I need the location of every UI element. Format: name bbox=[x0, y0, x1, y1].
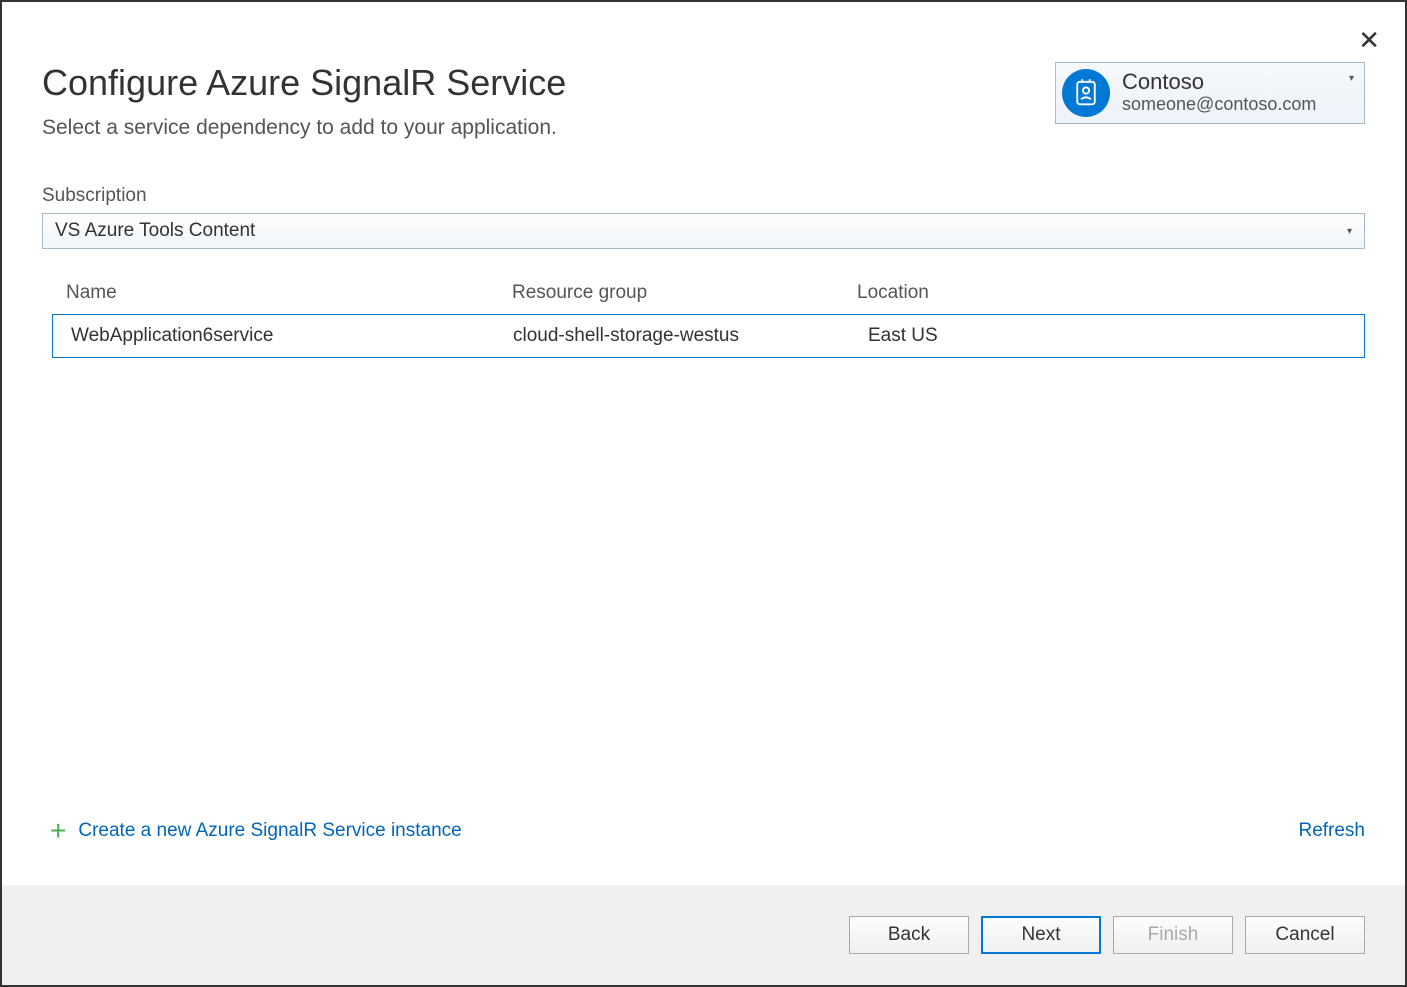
chevron-down-icon: ▾ bbox=[1347, 226, 1352, 237]
create-new-link[interactable]: + Create a new Azure SignalR Service ins… bbox=[50, 817, 462, 845]
subscription-label: Subscription bbox=[42, 185, 1365, 207]
plus-icon: + bbox=[50, 817, 66, 845]
close-button[interactable]: ✕ bbox=[1358, 27, 1380, 53]
column-name: Name bbox=[52, 282, 512, 304]
subscription-selected: VS Azure Tools Content bbox=[55, 220, 255, 242]
badge-icon bbox=[1062, 69, 1110, 117]
subscription-dropdown[interactable]: VS Azure Tools Content ▾ bbox=[42, 213, 1365, 249]
account-selector[interactable]: Contoso someone@contoso.com ▾ bbox=[1055, 62, 1365, 124]
table-header: Name Resource group Location bbox=[52, 274, 1365, 315]
cell-resource-group: cloud-shell-storage-westus bbox=[513, 325, 858, 347]
finish-button: Finish bbox=[1113, 916, 1233, 954]
page-subtitle: Select a service dependency to add to yo… bbox=[42, 116, 1055, 140]
column-location: Location bbox=[857, 282, 1365, 304]
back-button[interactable]: Back bbox=[849, 916, 969, 954]
refresh-link[interactable]: Refresh bbox=[1298, 820, 1365, 842]
dialog-footer: Back Next Finish Cancel bbox=[2, 885, 1405, 985]
create-new-label: Create a new Azure SignalR Service insta… bbox=[78, 820, 461, 842]
column-resource-group: Resource group bbox=[512, 282, 857, 304]
page-title: Configure Azure SignalR Service bbox=[42, 62, 1055, 104]
table-row[interactable]: WebApplication6service cloud-shell-stora… bbox=[52, 314, 1365, 358]
cell-name: WebApplication6service bbox=[53, 325, 513, 347]
account-name: Contoso bbox=[1122, 70, 1341, 94]
next-button[interactable]: Next bbox=[981, 916, 1101, 954]
chevron-down-icon: ▾ bbox=[1349, 73, 1354, 84]
account-email: someone@contoso.com bbox=[1122, 94, 1341, 116]
cell-location: East US bbox=[858, 325, 1364, 347]
cancel-button[interactable]: Cancel bbox=[1245, 916, 1365, 954]
